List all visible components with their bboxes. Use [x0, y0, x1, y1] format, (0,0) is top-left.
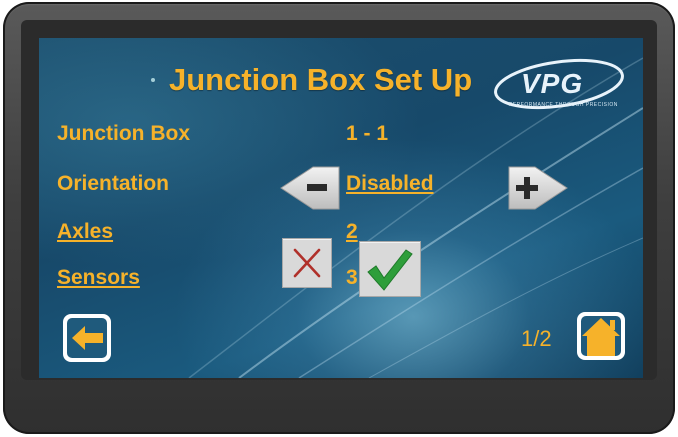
red-x-icon	[293, 248, 321, 278]
junction-box-value: 1 - 1	[346, 122, 389, 145]
page-title: Junction Box Set Up	[169, 62, 473, 97]
green-check-icon	[367, 249, 413, 291]
increment-button[interactable]	[507, 165, 569, 211]
home-icon	[581, 316, 621, 356]
page-indicator: 1/2	[521, 326, 552, 351]
sensors-value: 3	[346, 266, 358, 289]
back-button[interactable]	[63, 314, 111, 362]
axles-value[interactable]: 2	[346, 220, 358, 244]
axles-label[interactable]: Axles	[57, 220, 113, 244]
junction-box-label: Junction Box	[57, 122, 191, 145]
home-button[interactable]	[577, 312, 625, 360]
confirm-button[interactable]	[359, 241, 421, 297]
left-arrow-icon	[67, 318, 107, 358]
decrement-button[interactable]	[279, 165, 341, 211]
logo-text: VPG	[521, 68, 584, 99]
touch-screen: Junction Box Set Up VPG PERFORMANCE THRO…	[39, 38, 643, 378]
orientation-label: Orientation	[57, 172, 170, 195]
orientation-value[interactable]: Disabled	[346, 172, 434, 196]
cancel-button[interactable]	[282, 238, 332, 288]
minus-arrow-icon	[307, 184, 327, 191]
logo-tagline: PERFORMANCE THROUGH PRECISION	[509, 102, 618, 108]
sensors-label[interactable]: Sensors	[57, 266, 140, 290]
device-frame: Junction Box Set Up VPG PERFORMANCE THRO…	[3, 2, 675, 434]
